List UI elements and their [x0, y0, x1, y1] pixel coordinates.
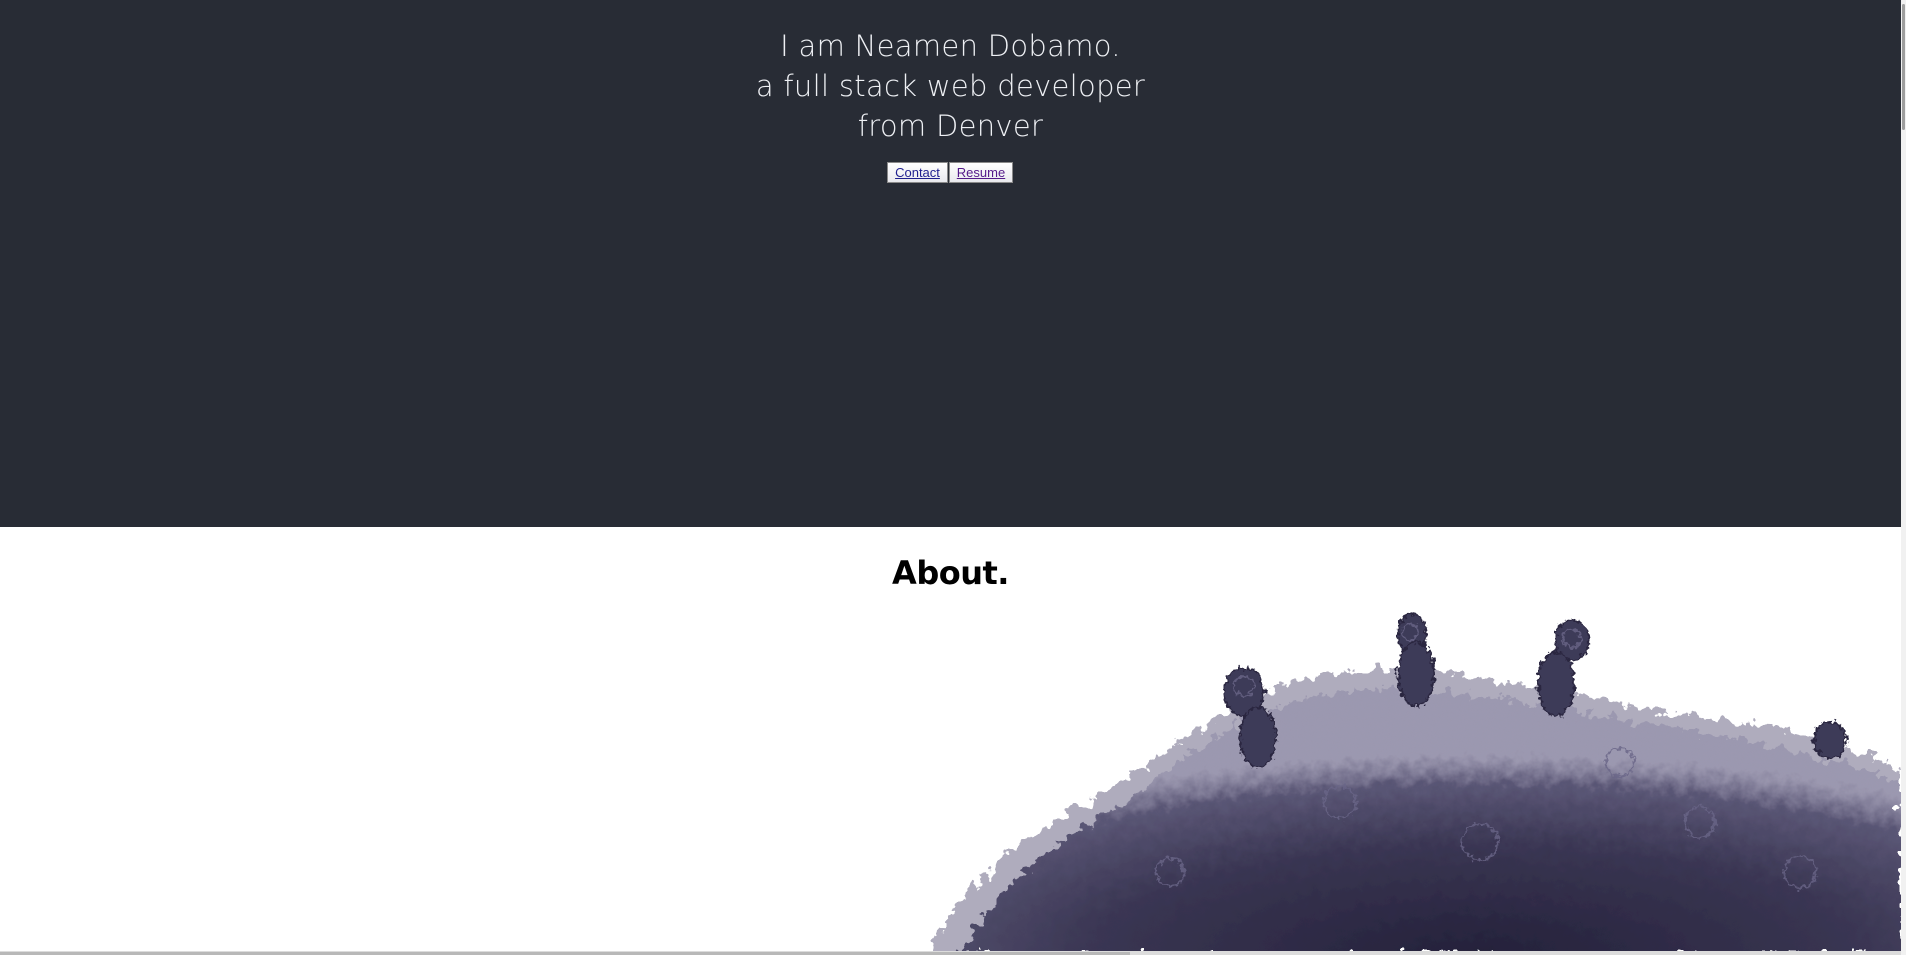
vertical-scrollbar[interactable]	[1901, 0, 1906, 955]
contact-button[interactable]: Contact	[887, 162, 948, 183]
hero-title: I am Neamen Dobamo. a full stack web dev…	[0, 26, 1901, 146]
about-profile-photo	[920, 612, 1901, 955]
hero-name-line: I am Neamen Dobamo.	[780, 29, 1121, 63]
vertical-scrollbar-thumb[interactable]	[1902, 4, 1905, 130]
about-heading: About.	[892, 554, 1009, 592]
hero-location-line: from Denver	[857, 109, 1044, 143]
portfolio-page: I am Neamen Dobamo. a full stack web dev…	[0, 0, 1901, 955]
hero-role-line: a full stack web developer	[755, 69, 1146, 103]
browser-viewport: I am Neamen Dobamo. a full stack web dev…	[0, 0, 1906, 955]
hero-section: I am Neamen Dobamo. a full stack web dev…	[0, 0, 1901, 527]
hero-button-row: Contact Resume	[887, 162, 1013, 183]
resume-button[interactable]: Resume	[949, 162, 1013, 183]
